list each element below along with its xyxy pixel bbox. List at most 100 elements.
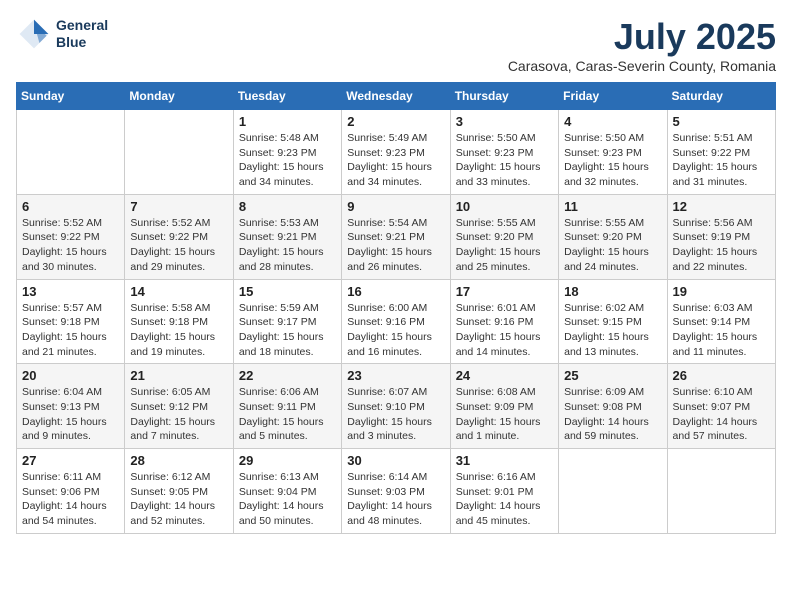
logo-icon	[16, 16, 52, 52]
calendar-cell: 28 Sunrise: 6:12 AM Sunset: 9:05 PM Dayli…	[125, 449, 233, 534]
calendar-cell: 30 Sunrise: 6:14 AM Sunset: 9:03 PM Dayli…	[342, 449, 450, 534]
day-number: 25	[564, 368, 661, 383]
weekday-header-saturday: Saturday	[667, 83, 775, 110]
day-number: 5	[673, 114, 770, 129]
calendar-cell: 4Sunrise: 5:50 AM Sunset: 9:23 PM Daylig…	[559, 110, 667, 195]
calendar-cell: 13 Sunrise: 5:57 AM Sunset: 9:18 PM Dayli…	[17, 279, 125, 364]
day-detail: Sunrise: 6:02 AM Sunset: 9:15 PM Dayligh…	[564, 301, 661, 360]
day-number: 21	[130, 368, 227, 383]
calendar-cell: 8Sunrise: 5:53 AM Sunset: 9:21 PM Daylig…	[233, 194, 341, 279]
day-number: 15	[239, 284, 336, 299]
day-detail: Sunrise: 6:06 AM Sunset: 9:11 PM Dayligh…	[239, 385, 336, 444]
weekday-header-monday: Monday	[125, 83, 233, 110]
calendar-cell: 26Sunrise: 6:10 AM Sunset: 9:07 PM Dayli…	[667, 364, 775, 449]
day-detail: Sunrise: 6:11 AM Sunset: 9:06 PM Dayligh…	[22, 470, 119, 529]
day-detail: Sunrise: 5:49 AM Sunset: 9:23 PM Dayligh…	[347, 131, 444, 190]
calendar-cell: 22 Sunrise: 6:06 AM Sunset: 9:11 PM Dayli…	[233, 364, 341, 449]
calendar-cell: 17Sunrise: 6:01 AM Sunset: 9:16 PM Dayli…	[450, 279, 558, 364]
weekday-header-wednesday: Wednesday	[342, 83, 450, 110]
day-number: 24	[456, 368, 553, 383]
calendar-cell: 1 Sunrise: 5:48 AM Sunset: 9:23 PM Daylig…	[233, 110, 341, 195]
day-detail: Sunrise: 5:59 AM Sunset: 9:17 PM Dayligh…	[239, 301, 336, 360]
location: Carasova, Caras-Severin County, Romania	[508, 58, 776, 74]
day-detail: Sunrise: 6:05 AM Sunset: 9:12 PM Dayligh…	[130, 385, 227, 444]
day-detail: Sunrise: 6:10 AM Sunset: 9:07 PM Dayligh…	[673, 385, 770, 444]
day-number: 16	[347, 284, 444, 299]
calendar-cell: 12Sunrise: 5:56 AM Sunset: 9:19 PM Dayli…	[667, 194, 775, 279]
day-number: 28	[130, 453, 227, 468]
day-number: 30	[347, 453, 444, 468]
calendar-cell	[17, 110, 125, 195]
weekday-header-row: SundayMondayTuesdayWednesdayThursdayFrid…	[17, 83, 776, 110]
day-number: 2	[347, 114, 444, 129]
weekday-header-thursday: Thursday	[450, 83, 558, 110]
day-number: 10	[456, 199, 553, 214]
weekday-header-friday: Friday	[559, 83, 667, 110]
day-number: 31	[456, 453, 553, 468]
day-number: 14	[130, 284, 227, 299]
calendar-cell: 21 Sunrise: 6:05 AM Sunset: 9:12 PM Dayli…	[125, 364, 233, 449]
week-row-5: 27 Sunrise: 6:11 AM Sunset: 9:06 PM Dayli…	[17, 449, 776, 534]
calendar-cell: 2 Sunrise: 5:49 AM Sunset: 9:23 PM Daylig…	[342, 110, 450, 195]
day-detail: Sunrise: 5:57 AM Sunset: 9:18 PM Dayligh…	[22, 301, 119, 360]
day-number: 27	[22, 453, 119, 468]
calendar-cell: 29Sunrise: 6:13 AM Sunset: 9:04 PM Dayli…	[233, 449, 341, 534]
calendar-cell: 5 Sunrise: 5:51 AM Sunset: 9:22 PM Daylig…	[667, 110, 775, 195]
day-detail: Sunrise: 5:50 AM Sunset: 9:23 PM Dayligh…	[456, 131, 553, 190]
week-row-1: 1 Sunrise: 5:48 AM Sunset: 9:23 PM Daylig…	[17, 110, 776, 195]
day-detail: Sunrise: 5:56 AM Sunset: 9:19 PM Dayligh…	[673, 216, 770, 275]
day-number: 23	[347, 368, 444, 383]
day-detail: Sunrise: 5:55 AM Sunset: 9:20 PM Dayligh…	[456, 216, 553, 275]
calendar-cell: 14Sunrise: 5:58 AM Sunset: 9:18 PM Dayli…	[125, 279, 233, 364]
logo: General Blue	[16, 16, 108, 52]
calendar-cell: 19 Sunrise: 6:03 AM Sunset: 9:14 PM Dayli…	[667, 279, 775, 364]
calendar-cell: 9 Sunrise: 5:54 AM Sunset: 9:21 PM Daylig…	[342, 194, 450, 279]
day-number: 1	[239, 114, 336, 129]
day-detail: Sunrise: 6:12 AM Sunset: 9:05 PM Dayligh…	[130, 470, 227, 529]
calendar-cell: 24 Sunrise: 6:08 AM Sunset: 9:09 PM Dayli…	[450, 364, 558, 449]
day-detail: Sunrise: 5:48 AM Sunset: 9:23 PM Dayligh…	[239, 131, 336, 190]
calendar-cell: 16 Sunrise: 6:00 AM Sunset: 9:16 PM Dayli…	[342, 279, 450, 364]
week-row-2: 6 Sunrise: 5:52 AM Sunset: 9:22 PM Daylig…	[17, 194, 776, 279]
day-number: 20	[22, 368, 119, 383]
day-number: 17	[456, 284, 553, 299]
day-number: 6	[22, 199, 119, 214]
calendar-cell: 7 Sunrise: 5:52 AM Sunset: 9:22 PM Daylig…	[125, 194, 233, 279]
calendar-cell: 6 Sunrise: 5:52 AM Sunset: 9:22 PM Daylig…	[17, 194, 125, 279]
day-detail: Sunrise: 5:52 AM Sunset: 9:22 PM Dayligh…	[22, 216, 119, 275]
day-number: 4	[564, 114, 661, 129]
day-number: 7	[130, 199, 227, 214]
day-detail: Sunrise: 5:54 AM Sunset: 9:21 PM Dayligh…	[347, 216, 444, 275]
calendar-cell	[667, 449, 775, 534]
day-number: 3	[456, 114, 553, 129]
day-detail: Sunrise: 5:51 AM Sunset: 9:22 PM Dayligh…	[673, 131, 770, 190]
calendar-cell: 27 Sunrise: 6:11 AM Sunset: 9:06 PM Dayli…	[17, 449, 125, 534]
calendar-table: SundayMondayTuesdayWednesdayThursdayFrid…	[16, 82, 776, 534]
day-detail: Sunrise: 6:00 AM Sunset: 9:16 PM Dayligh…	[347, 301, 444, 360]
day-number: 18	[564, 284, 661, 299]
day-detail: Sunrise: 5:55 AM Sunset: 9:20 PM Dayligh…	[564, 216, 661, 275]
day-number: 13	[22, 284, 119, 299]
week-row-3: 13 Sunrise: 5:57 AM Sunset: 9:18 PM Dayli…	[17, 279, 776, 364]
day-detail: Sunrise: 6:16 AM Sunset: 9:01 PM Dayligh…	[456, 470, 553, 529]
logo-text: General Blue	[56, 17, 108, 51]
calendar-cell: 18 Sunrise: 6:02 AM Sunset: 9:15 PM Dayli…	[559, 279, 667, 364]
day-detail: Sunrise: 6:14 AM Sunset: 9:03 PM Dayligh…	[347, 470, 444, 529]
calendar-cell	[125, 110, 233, 195]
day-number: 29	[239, 453, 336, 468]
calendar-cell: 23Sunrise: 6:07 AM Sunset: 9:10 PM Dayli…	[342, 364, 450, 449]
calendar-cell: 10 Sunrise: 5:55 AM Sunset: 9:20 PM Dayli…	[450, 194, 558, 279]
day-number: 22	[239, 368, 336, 383]
weekday-header-sunday: Sunday	[17, 83, 125, 110]
calendar-cell: 20 Sunrise: 6:04 AM Sunset: 9:13 PM Dayli…	[17, 364, 125, 449]
day-detail: Sunrise: 6:04 AM Sunset: 9:13 PM Dayligh…	[22, 385, 119, 444]
weekday-header-tuesday: Tuesday	[233, 83, 341, 110]
day-number: 9	[347, 199, 444, 214]
month-title: July 2025	[508, 16, 776, 58]
page-header: General Blue July 2025 Carasova, Caras-S…	[16, 16, 776, 74]
day-detail: Sunrise: 6:03 AM Sunset: 9:14 PM Dayligh…	[673, 301, 770, 360]
day-number: 11	[564, 199, 661, 214]
day-detail: Sunrise: 6:08 AM Sunset: 9:09 PM Dayligh…	[456, 385, 553, 444]
day-number: 19	[673, 284, 770, 299]
day-detail: Sunrise: 5:52 AM Sunset: 9:22 PM Dayligh…	[130, 216, 227, 275]
